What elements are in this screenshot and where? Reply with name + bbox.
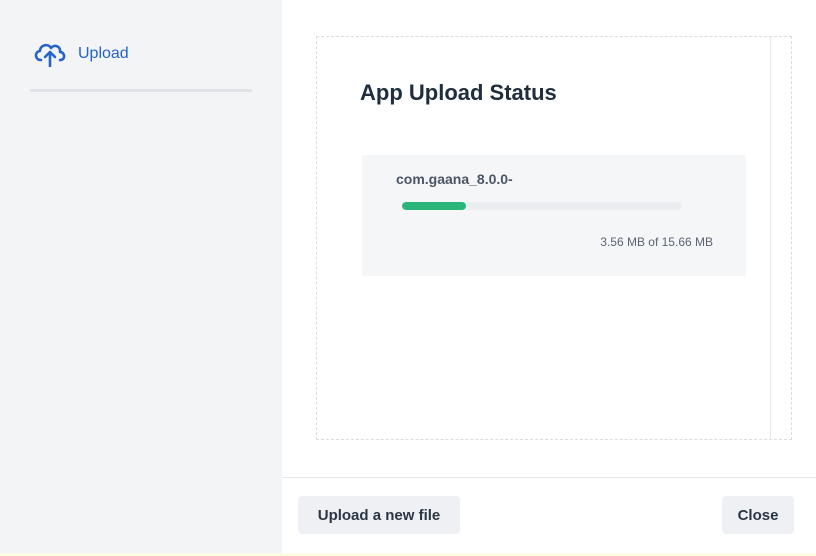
sidebar-item-label: Upload: [78, 45, 129, 62]
sidebar-divider: [30, 89, 252, 92]
footer-divider: [282, 477, 816, 478]
upload-new-file-button[interactable]: Upload a new file: [298, 496, 460, 534]
scrollbar[interactable]: [770, 36, 771, 440]
upload-progress-bar: [402, 202, 682, 210]
cloud-upload-icon: [32, 38, 68, 70]
sidebar: Upload: [0, 0, 282, 556]
upload-progress-fill: [402, 202, 466, 210]
page-title: App Upload Status: [360, 80, 557, 105]
file-name: com.gaana_8.0.0-: [396, 171, 513, 187]
upload-size-text: 3.56 MB of 15.66 MB: [600, 235, 713, 249]
sidebar-item-upload[interactable]: Upload: [32, 38, 129, 70]
close-button[interactable]: Close: [722, 496, 794, 534]
